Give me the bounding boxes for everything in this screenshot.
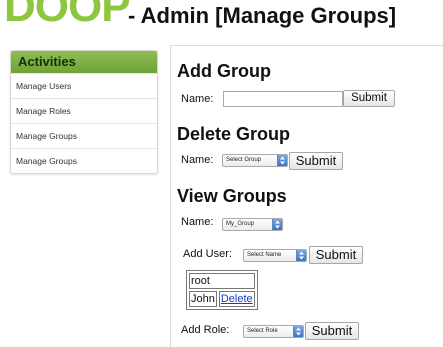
add-user-select-value: Select Name (247, 252, 282, 258)
sidebar-title: Activities (11, 51, 157, 73)
up-down-arrows-icon (293, 326, 303, 337)
add-user-label: Add User: (183, 248, 232, 260)
table-row: root (189, 273, 255, 289)
delete-group-name-label: Name: (181, 154, 214, 166)
member-name: John (189, 291, 217, 307)
member-delete-cell: Delete (218, 291, 255, 307)
delete-group-select-value: Select Group (226, 157, 262, 163)
page-title: - Admin [Manage Groups] (128, 3, 397, 28)
up-down-arrows-icon (272, 219, 282, 230)
page: DOOP - Admin [Manage Groups] Activities … (0, 0, 443, 347)
view-groups-name-label: Name: (181, 216, 214, 228)
add-user-select[interactable]: Select Name (243, 249, 307, 262)
add-group-name-input[interactable] (223, 91, 343, 107)
add-group-heading: Add Group (177, 61, 271, 81)
add-group-name-label: Name: (181, 93, 214, 105)
add-role-select-value: Select Role (247, 328, 278, 334)
delete-group-heading: Delete Group (177, 124, 291, 144)
add-group-submit-button[interactable]: Submit (343, 90, 395, 107)
sidebar-item-manage-groups[interactable]: Manage Groups (11, 123, 157, 148)
sidebar-item-manage-users[interactable]: Manage Users (11, 73, 157, 98)
add-role-submit-button[interactable]: Submit (305, 322, 359, 340)
sidebar: Activities Manage Users Manage Roles Man… (10, 50, 158, 174)
sidebar-item-manage-groups-2[interactable]: Manage Groups (11, 148, 157, 173)
logo-text: DOOP (4, 0, 131, 31)
delete-group-select[interactable]: Select Group (222, 154, 288, 167)
delete-member-link[interactable]: Delete (221, 293, 253, 305)
up-down-arrows-icon (277, 155, 287, 166)
delete-group-submit-button[interactable]: Submit (289, 152, 343, 170)
view-groups-group-select[interactable]: My_Group (222, 218, 283, 231)
sidebar-item-manage-roles[interactable]: Manage Roles (11, 98, 157, 123)
view-groups-group-select-value: My_Group (226, 221, 255, 227)
up-down-arrows-icon (296, 250, 306, 261)
add-role-label: Add Role: (181, 324, 230, 336)
member-name: root (189, 273, 255, 289)
add-user-submit-button[interactable]: Submit (309, 246, 363, 264)
add-role-select[interactable]: Select Role (243, 325, 304, 338)
view-groups-heading: View Groups (177, 186, 287, 206)
main-panel: Add Group Name: Submit Delete Group Name… (170, 45, 443, 347)
group-members-table: root John Delete (186, 270, 258, 310)
table-row: John Delete (189, 291, 255, 307)
logo: DOOP (4, 0, 131, 32)
